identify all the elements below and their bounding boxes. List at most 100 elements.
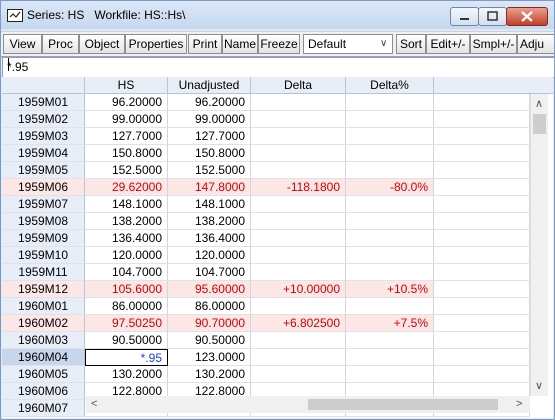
properties-button[interactable]: Properties — [125, 34, 187, 54]
row-header[interactable]: 1959M10 — [2, 247, 85, 264]
row-header[interactable]: 1959M01 — [2, 94, 85, 111]
cell-hs[interactable]: 99.00000 — [85, 111, 168, 128]
cell-hs[interactable]: 136.4000 — [85, 230, 168, 247]
cell-empty[interactable] — [434, 281, 530, 298]
cell-delta[interactable] — [251, 111, 346, 128]
cell-unadjusted[interactable]: 86.00000 — [168, 298, 251, 315]
cell-delta-pct[interactable] — [346, 128, 434, 145]
column-header-hs[interactable]: HS — [85, 77, 168, 94]
cell-unadjusted[interactable]: 148.1000 — [168, 196, 251, 213]
cell-hs[interactable]: *.95 — [85, 349, 168, 366]
edit-toggle-button[interactable]: Edit+/- — [426, 34, 470, 54]
cell-delta-pct[interactable] — [346, 247, 434, 264]
cell-unadjusted[interactable]: 104.7000 — [168, 264, 251, 281]
cell-empty[interactable] — [434, 196, 530, 213]
cell-delta-pct[interactable] — [346, 111, 434, 128]
cell-unadjusted[interactable]: 90.70000 — [168, 315, 251, 332]
cell-delta[interactable]: -118.1800 — [251, 179, 346, 196]
row-header[interactable]: 1959M07 — [2, 196, 85, 213]
cell-hs[interactable]: 148.1000 — [85, 196, 168, 213]
scroll-down-icon[interactable]: ∨ — [535, 381, 543, 392]
view-button[interactable]: View — [3, 34, 42, 54]
cell-hs[interactable]: 150.8000 — [85, 145, 168, 162]
cell-unadjusted[interactable]: 147.8000 — [168, 179, 251, 196]
cell-unadjusted[interactable]: 152.5000 — [168, 162, 251, 179]
row-header[interactable]: 1960M02 — [2, 315, 85, 332]
cell-hs[interactable]: 127.7000 — [85, 128, 168, 145]
cell-delta[interactable] — [251, 247, 346, 264]
cell-unadjusted[interactable]: 150.8000 — [168, 145, 251, 162]
cell-empty[interactable] — [434, 247, 530, 264]
sort-button[interactable]: Sort — [396, 34, 426, 54]
cell-hs[interactable]: 96.20000 — [85, 94, 168, 111]
cell-empty[interactable] — [434, 298, 530, 315]
row-header[interactable]: 1960M06 — [2, 383, 85, 400]
cell-delta-pct[interactable] — [346, 94, 434, 111]
cell-empty[interactable] — [434, 213, 530, 230]
cell-delta[interactable] — [251, 145, 346, 162]
cell-delta-pct[interactable] — [346, 366, 434, 383]
cell-empty[interactable] — [434, 366, 530, 383]
cell-unadjusted[interactable]: 99.00000 — [168, 111, 251, 128]
cell-delta[interactable] — [251, 298, 346, 315]
cell-delta-pct[interactable] — [346, 230, 434, 247]
freeze-button[interactable]: Freeze — [258, 34, 300, 54]
cell-delta-pct[interactable]: +10.5% — [346, 281, 434, 298]
edit-input[interactable]: *.95 — [2, 57, 555, 78]
vertical-scroll-thumb[interactable] — [533, 114, 546, 134]
row-header[interactable]: 1959M04 — [2, 145, 85, 162]
row-header[interactable]: 1959M09 — [2, 230, 85, 247]
cell-hs[interactable]: 86.00000 — [85, 298, 168, 315]
cell-delta-pct[interactable] — [346, 196, 434, 213]
cell-empty[interactable] — [434, 230, 530, 247]
row-header[interactable]: 1960M04 — [2, 349, 85, 366]
column-header-unadjusted[interactable]: Unadjusted — [168, 77, 251, 94]
vertical-scrollbar[interactable]: ∧ ∨ — [530, 94, 548, 396]
cell-hs[interactable]: 90.50000 — [85, 332, 168, 349]
cell-unadjusted[interactable]: 130.2000 — [168, 366, 251, 383]
format-select[interactable]: Default ∨ — [303, 34, 393, 54]
cell-delta-pct[interactable] — [346, 332, 434, 349]
row-header[interactable]: 1960M03 — [2, 332, 85, 349]
cell-delta[interactable]: +6.802500 — [251, 315, 346, 332]
proc-button[interactable]: Proc — [42, 34, 79, 54]
title-bar[interactable]: Series: HS Workfile: HS::Hs\ — [1, 1, 554, 29]
row-header[interactable]: 1959M03 — [2, 128, 85, 145]
cell-delta-pct[interactable] — [346, 349, 434, 366]
row-header[interactable]: 1960M05 — [2, 366, 85, 383]
cell-empty[interactable] — [434, 162, 530, 179]
cell-delta[interactable] — [251, 162, 346, 179]
scroll-up-icon[interactable]: ∧ — [535, 99, 543, 110]
cell-hs[interactable]: 97.50250 — [85, 315, 168, 332]
cell-unadjusted[interactable]: 90.50000 — [168, 332, 251, 349]
cell-empty[interactable] — [434, 332, 530, 349]
horizontal-scroll-thumb[interactable] — [308, 399, 498, 410]
cell-delta-pct[interactable] — [346, 264, 434, 281]
row-header[interactable]: 1959M06 — [2, 179, 85, 196]
row-header[interactable]: 1959M11 — [2, 264, 85, 281]
cell-delta-pct[interactable]: -80.0% — [346, 179, 434, 196]
cell-delta-pct[interactable] — [346, 298, 434, 315]
row-header[interactable]: 1960M01 — [2, 298, 85, 315]
row-header[interactable]: 1959M12 — [2, 281, 85, 298]
cell-hs[interactable]: 130.2000 — [85, 366, 168, 383]
cell-delta-pct[interactable] — [346, 213, 434, 230]
scroll-right-icon[interactable]: > — [516, 399, 522, 410]
maximize-icon[interactable] — [478, 7, 507, 26]
cell-delta[interactable]: +10.00000 — [251, 281, 346, 298]
close-icon[interactable] — [506, 7, 548, 26]
cell-delta[interactable] — [251, 94, 346, 111]
cell-empty[interactable] — [434, 111, 530, 128]
cell-hs[interactable]: 29.62000 — [85, 179, 168, 196]
cell-delta-pct[interactable] — [346, 145, 434, 162]
cell-empty[interactable] — [434, 179, 530, 196]
cell-hs[interactable]: 138.2000 — [85, 213, 168, 230]
cell-empty[interactable] — [434, 94, 530, 111]
object-button[interactable]: Object — [79, 34, 125, 54]
name-button[interactable]: Name — [222, 34, 258, 54]
cell-hs[interactable]: 120.0000 — [85, 247, 168, 264]
cell-unadjusted[interactable]: 123.0000 — [168, 349, 251, 366]
cell-delta-pct[interactable] — [346, 162, 434, 179]
print-button[interactable]: Print — [188, 34, 222, 54]
cell-unadjusted[interactable]: 136.4000 — [168, 230, 251, 247]
